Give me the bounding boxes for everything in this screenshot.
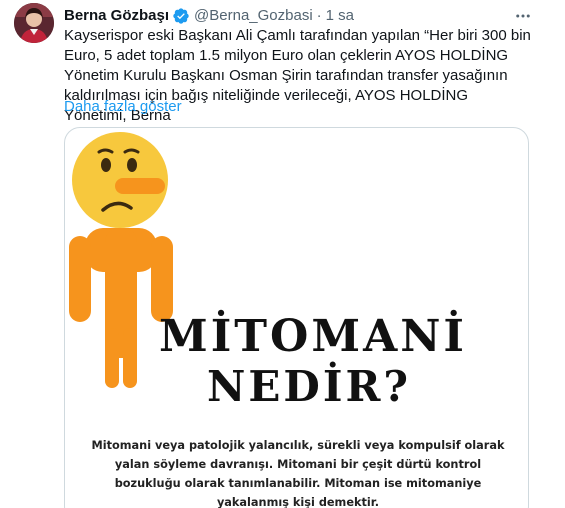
verified-badge-icon (172, 7, 190, 25)
figure-left-leg (105, 328, 119, 388)
media-description: Mitomani veya patolojik yalancılık, süre… (91, 439, 505, 508)
media-title-line2: NEDİR? (207, 362, 411, 411)
right-eye (127, 158, 137, 172)
long-nose (115, 178, 165, 194)
avatar-image (14, 3, 54, 43)
tweet[interactable]: Berna Gözbaşı @Berna_Gozbasi · 1 sa Kays… (0, 0, 565, 508)
figure-left-arm (69, 236, 91, 322)
figure-right-leg (123, 328, 137, 388)
show-more-link[interactable]: Daha fazla göster (64, 97, 182, 117)
tweet-time[interactable]: 1 sa (326, 6, 354, 26)
tweet-header: Berna Gözbaşı @Berna_Gozbasi · 1 sa (64, 6, 565, 26)
figure-right-arm (151, 236, 173, 322)
media-title-line1: MİTOMANİ (159, 311, 468, 362)
separator-dot: · (316, 7, 322, 24)
author-name[interactable]: Berna Gözbaşı (64, 6, 169, 26)
tweet-media-image[interactable]: MİTOMANİ NEDİR? Mitomani veya patolojik … (64, 127, 529, 508)
left-eye (101, 158, 111, 172)
avatar[interactable] (14, 3, 54, 43)
more-horizontal-icon[interactable] (511, 6, 535, 26)
author-handle[interactable]: @Berna_Gozbasi (194, 6, 313, 26)
